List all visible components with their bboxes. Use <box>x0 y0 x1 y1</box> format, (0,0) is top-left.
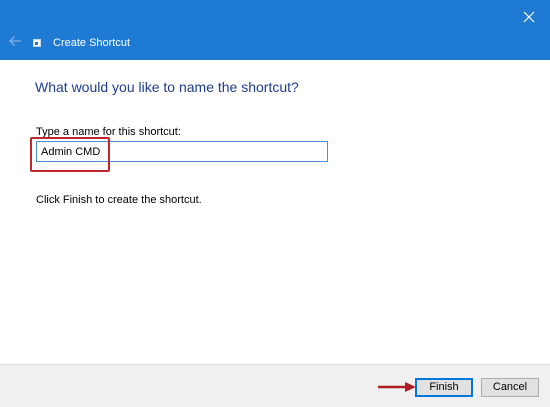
shortcut-name-label: Type a name for this shortcut: <box>36 126 181 138</box>
shortcut-name-input[interactable] <box>36 141 328 162</box>
create-shortcut-dialog: Create Shortcut What would you like to n… <box>0 0 550 407</box>
instruction-text: Click Finish to create the shortcut. <box>36 194 202 206</box>
cancel-button[interactable]: Cancel <box>481 378 539 397</box>
close-icon <box>523 11 535 23</box>
window-title: Create Shortcut <box>53 37 131 49</box>
page-heading: What would you like to name the shortcut… <box>35 79 299 95</box>
annotation-arrow-icon <box>378 382 416 392</box>
back-button[interactable] <box>8 34 22 48</box>
close-button[interactable] <box>518 6 540 28</box>
shortcut-icon <box>33 39 41 47</box>
back-arrow-icon <box>9 36 21 46</box>
title-bar <box>0 0 550 60</box>
finish-button[interactable]: Finish <box>415 378 473 397</box>
